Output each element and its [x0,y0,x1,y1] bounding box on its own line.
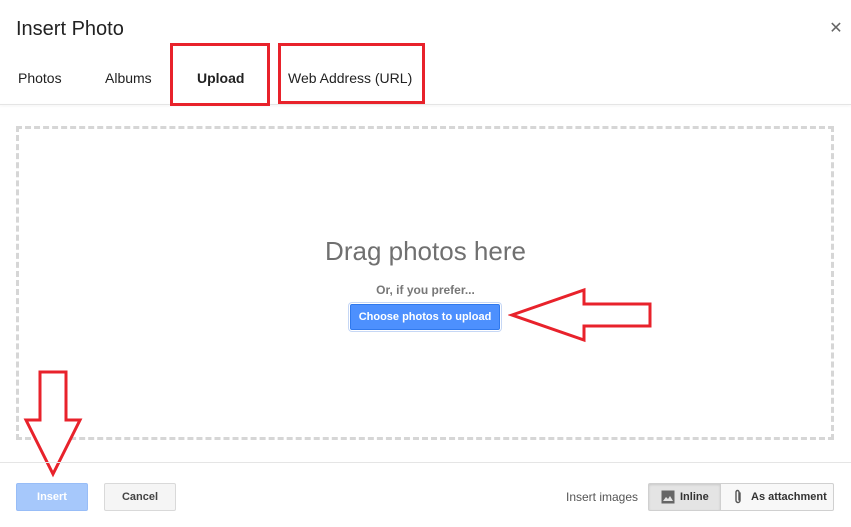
drag-photos-text: Drag photos here [325,236,526,266]
choose-photos-button[interactable]: Choose photos to upload [350,304,500,330]
or-text: Or, if you prefer... [376,283,475,297]
inline-option-button[interactable]: Inline [648,483,720,511]
attachment-option-button[interactable]: As attachment [720,483,834,511]
insert-photo-dialog: Insert Photo ✕ Photos Albums Upload Web … [0,0,851,527]
cancel-button[interactable]: Cancel [104,483,176,511]
insert-button[interactable]: Insert [16,483,88,511]
annotation-box-upload [170,43,270,106]
attachment-label: As attachment [751,491,827,503]
insert-images-label: Insert images [566,490,639,504]
footer-divider [0,462,851,463]
paperclip-icon [735,489,741,504]
tab-albums[interactable]: Albums [105,70,152,86]
inline-label: Inline [680,491,709,503]
image-icon [661,490,675,504]
tab-bar: Photos Albums Upload Web Address (URL) [0,60,851,104]
dialog-title: Insert Photo [16,18,124,40]
tab-divider [0,104,851,105]
tab-photos[interactable]: Photos [18,70,62,86]
annotation-arrow-left [508,287,652,343]
annotation-box-url [278,43,425,104]
close-icon[interactable]: ✕ [828,20,844,38]
